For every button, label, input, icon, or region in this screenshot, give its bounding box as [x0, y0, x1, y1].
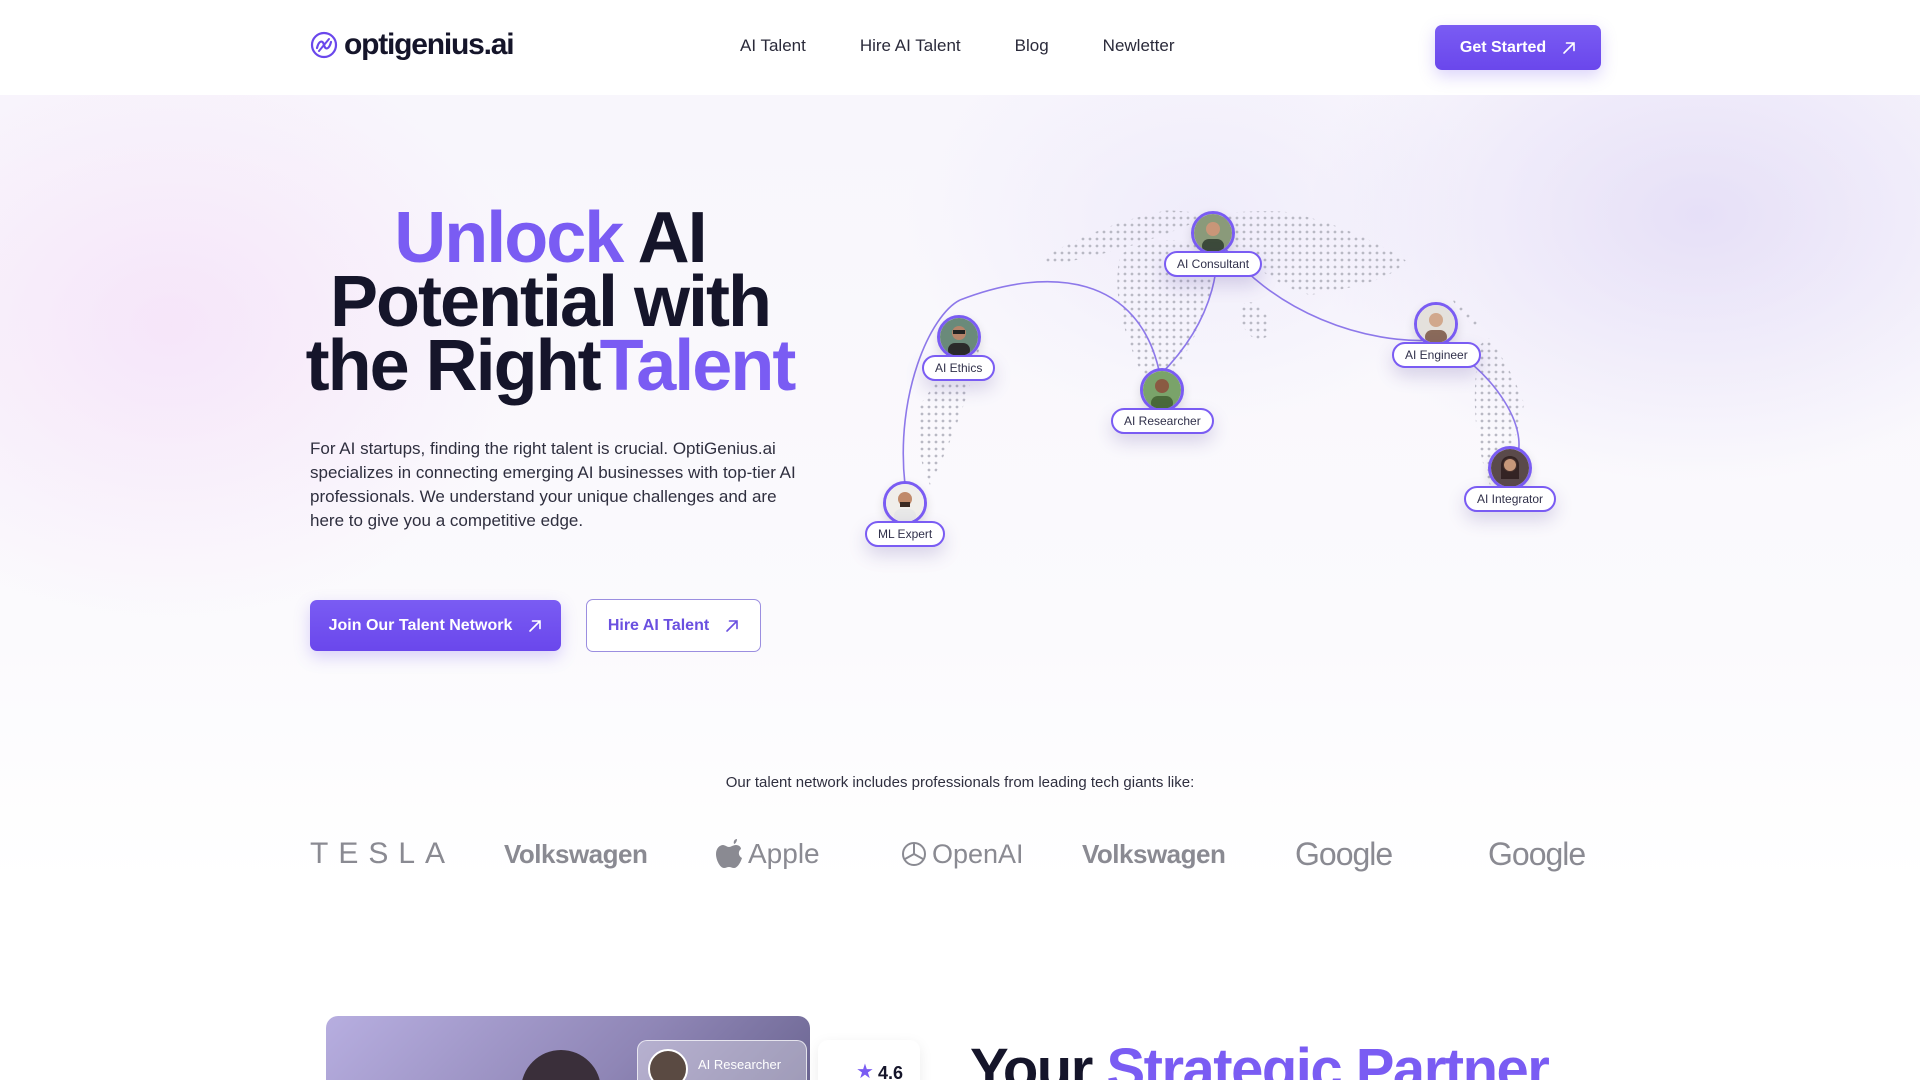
- pin-ai-engineer[interactable]: AI Engineer: [1392, 302, 1481, 368]
- logo-icon: [310, 31, 338, 59]
- rating-value: 4.6: [877, 1063, 903, 1080]
- openai-logo-text: OpenAI: [932, 838, 1024, 869]
- volkswagen-logo: Volkswagen: [1082, 838, 1226, 869]
- openai-icon: [902, 842, 926, 866]
- hero-title: Unlock AI Potential with the RightTalent: [300, 202, 800, 402]
- nav-newsletter[interactable]: Newletter: [1103, 36, 1175, 56]
- hero-title-the-right: the Right: [305, 326, 602, 406]
- pin-label: AI Ethics: [922, 355, 996, 381]
- researcher-chip: AI Researcher: [637, 1040, 807, 1080]
- get-started-button[interactable]: Get Started: [1435, 25, 1601, 70]
- apple-logo: Apple: [716, 832, 820, 876]
- pin-ai-integrator[interactable]: AI Integrator: [1464, 446, 1557, 512]
- join-talent-network-button[interactable]: Join Our Talent Network: [310, 600, 561, 651]
- apple-logo-text: Apple: [748, 838, 820, 869]
- google-logo: Google: [1295, 835, 1393, 872]
- brand-logos: TESLA Volkswagen Apple OpenAI Volkswagen…: [310, 832, 1600, 876]
- section-title-part: Your: [970, 1037, 1107, 1080]
- pin-label: AI Integrator: [1464, 486, 1557, 512]
- pin-label: ML Expert: [865, 521, 946, 547]
- rating-card: ★ 4.6: [818, 1040, 920, 1080]
- openai-logo: OpenAI: [900, 832, 1024, 876]
- star-icon: ★: [856, 1061, 874, 1080]
- chip-label: AI Researcher: [698, 1057, 782, 1072]
- hero-title-accent-talent: Talent: [599, 326, 797, 406]
- nav-hire-ai-talent[interactable]: Hire AI Talent: [860, 36, 961, 56]
- google-logo: Google: [1488, 835, 1586, 872]
- person-image: [521, 1050, 601, 1080]
- logo-text: optigenius.ai: [344, 28, 515, 61]
- logo[interactable]: optigenius.ai: [310, 28, 515, 62]
- avatar: [1488, 446, 1533, 490]
- avatar: [883, 481, 928, 525]
- site-header: optigenius.ai AI Talent Hire AI Talent B…: [0, 0, 1920, 95]
- arrow-up-right-icon: [529, 619, 542, 632]
- join-talent-network-label: Join Our Talent Network: [328, 616, 513, 634]
- pin-ai-ethics[interactable]: AI Ethics: [922, 315, 996, 381]
- pin-label: AI Consultant: [1164, 251, 1263, 277]
- logos-tagline: Our talent network includes professional…: [725, 774, 1195, 791]
- tesla-logo: TESLA: [310, 837, 456, 870]
- hire-ai-talent-label: Hire AI Talent: [607, 616, 710, 634]
- pin-ml-expert[interactable]: ML Expert: [865, 481, 946, 547]
- avatar: [1191, 211, 1236, 255]
- avatar: [1414, 302, 1459, 346]
- avatar: [648, 1049, 688, 1080]
- pin-ai-researcher[interactable]: AI Researcher: [1111, 368, 1214, 434]
- talent-globe: AI Consultant AI Ethics AI Engineer AI R…: [850, 195, 1570, 575]
- get-started-label: Get Started: [1459, 38, 1547, 56]
- avatar: [1140, 368, 1185, 412]
- arrow-up-right-icon: [1563, 41, 1575, 54]
- pin-ai-consultant[interactable]: AI Consultant: [1164, 211, 1263, 277]
- hero-description: For AI startups, finding the right talen…: [310, 439, 796, 530]
- volkswagen-logo: Volkswagen: [504, 838, 648, 869]
- pin-label: AI Engineer: [1392, 342, 1481, 368]
- main-nav: AI Talent Hire AI Talent Blog Newletter: [740, 36, 1174, 56]
- apple-icon: [716, 839, 742, 868]
- avatar: [936, 315, 981, 359]
- partner-section-title: Your Strategic Partner: [970, 1036, 1550, 1080]
- hire-ai-talent-button[interactable]: Hire AI Talent: [586, 599, 761, 652]
- pin-label: AI Researcher: [1111, 408, 1214, 434]
- arrow-up-right-icon: [726, 619, 738, 632]
- section-title-accent: Strategic Partner: [1106, 1037, 1549, 1080]
- nav-blog[interactable]: Blog: [1015, 36, 1049, 56]
- nav-ai-talent[interactable]: AI Talent: [740, 36, 806, 56]
